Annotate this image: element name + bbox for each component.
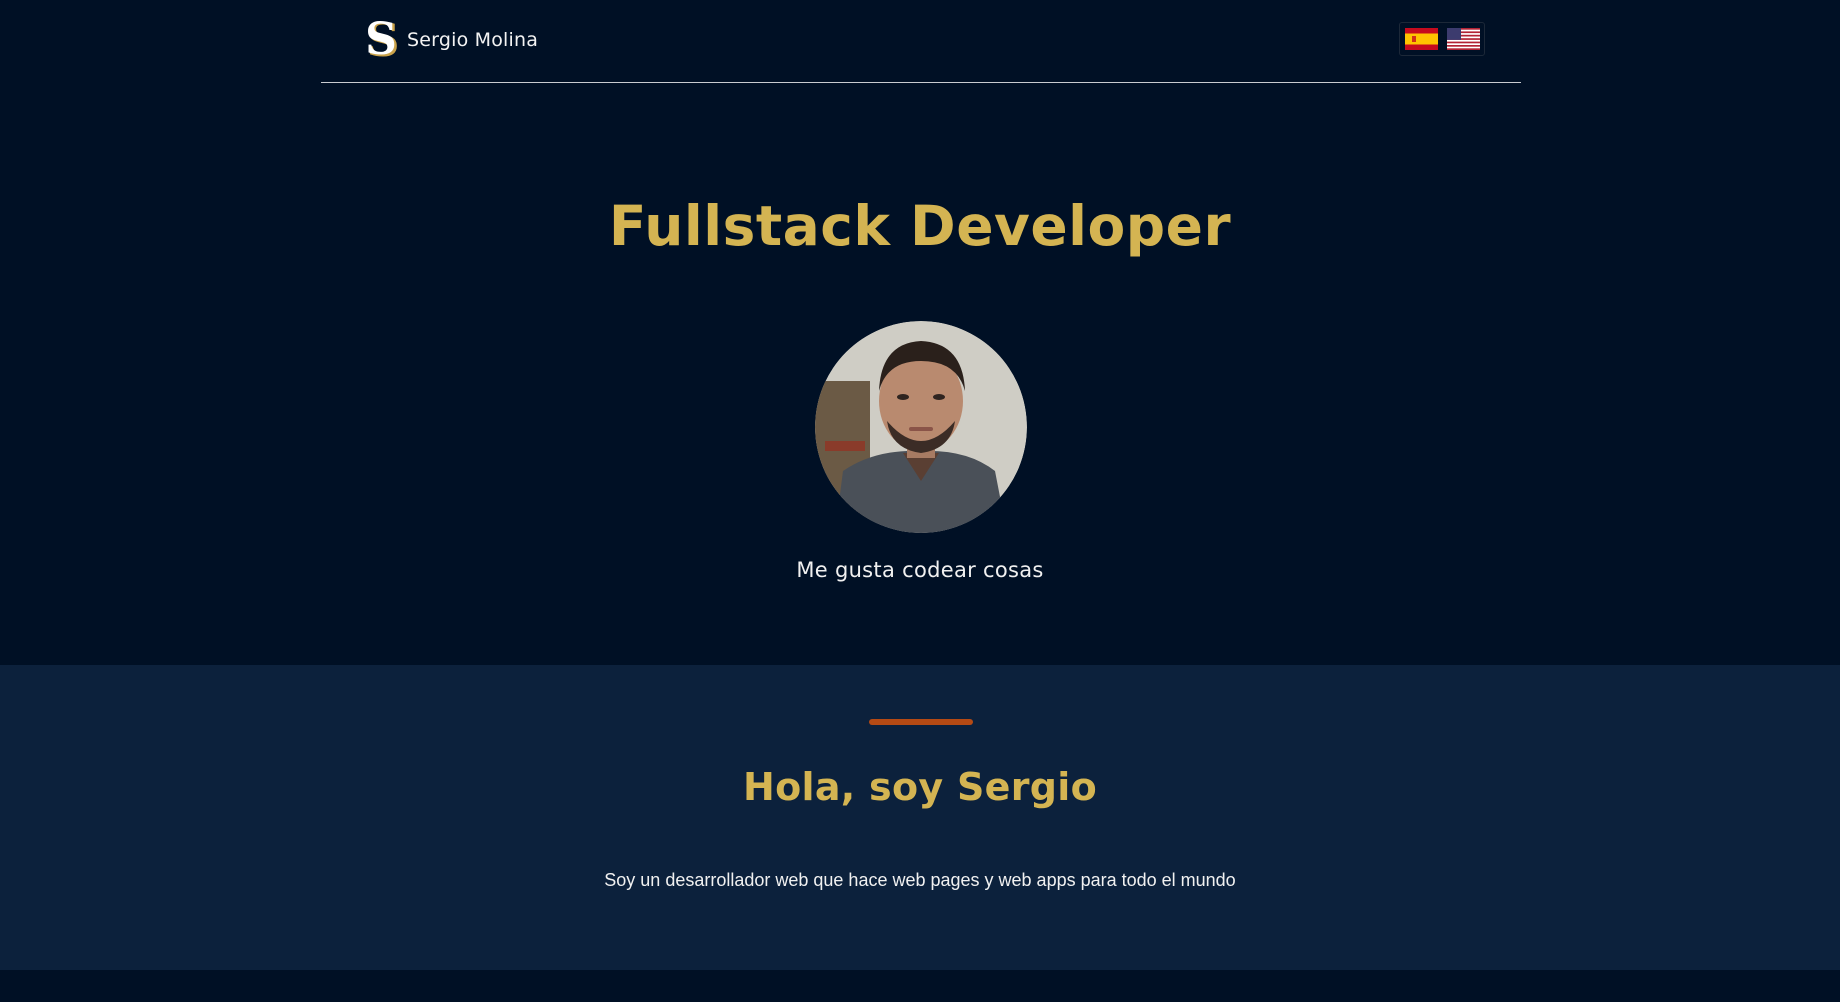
brand-link[interactable]: S S Sergio Molina [363, 17, 538, 63]
usa-flag-icon[interactable] [1446, 28, 1480, 50]
language-switcher [1399, 22, 1485, 56]
hero-title: Fullstack Developer [608, 194, 1232, 258]
spain-flag-icon[interactable] [1404, 28, 1438, 50]
profile-photo [815, 321, 1027, 533]
brand-logo-letter: S [365, 17, 397, 63]
hero-section: Fullstack Developer Me gusta codear cosa… [0, 84, 1840, 665]
brand-name: Sergio Molina [407, 29, 539, 51]
hero-tagline: Me gusta codear cosas [796, 558, 1044, 582]
brand-logo-icon: S S [365, 17, 400, 63]
footer-strip [0, 970, 1840, 1002]
section-divider [869, 719, 973, 725]
about-title: Hola, soy Sergio [743, 765, 1097, 809]
navbar: S S Sergio Molina [321, 0, 1521, 83]
about-section: Hola, soy Sergio Soy un desarrollador we… [0, 665, 1840, 970]
about-text: Soy un desarrollador web que hace web pa… [604, 870, 1236, 890]
